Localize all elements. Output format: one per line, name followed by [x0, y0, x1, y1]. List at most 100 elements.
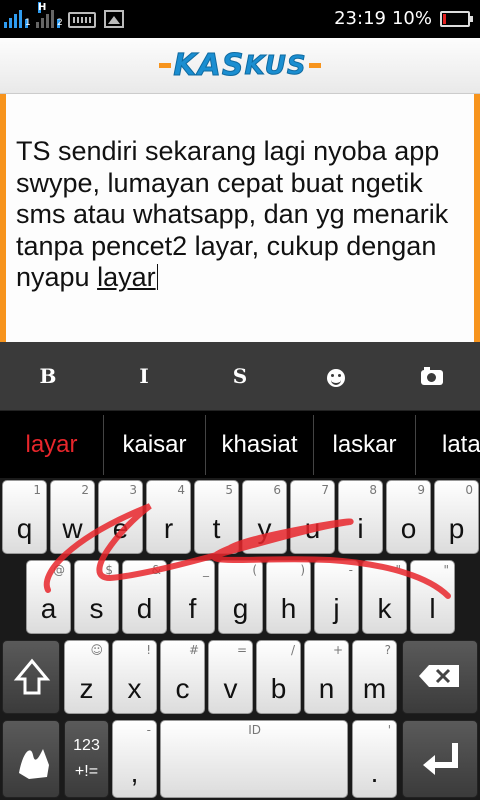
post-editor[interactable]: TS sendiri sekarang lagi nyoba app swype…	[0, 94, 480, 342]
key-label: s	[89, 593, 104, 624]
battery-icon	[440, 10, 473, 27]
key-label: w	[62, 513, 83, 544]
key-w[interactable]: 2w	[50, 480, 95, 554]
key-label: x	[127, 673, 142, 704]
italic-button[interactable]: I	[96, 364, 192, 388]
clock: 23:19	[334, 8, 386, 29]
key-g[interactable]: (g	[218, 560, 263, 634]
key-hint: 0	[465, 483, 473, 497]
emoji-button[interactable]	[288, 364, 384, 388]
key-hint: 2	[81, 483, 89, 497]
key-a[interactable]: @ a	[26, 560, 71, 634]
key-hint: 6	[273, 483, 281, 497]
key-l[interactable]: " l	[410, 560, 455, 634]
app-bar: KAS KUS	[0, 38, 480, 94]
key-x[interactable]: ! x	[112, 640, 157, 714]
camera-button[interactable]	[384, 364, 480, 388]
suggestion-1[interactable]: layar	[0, 414, 104, 475]
key-f[interactable]: _ f	[170, 560, 215, 634]
key-hint: ☺	[90, 643, 103, 657]
key-c[interactable]: # c	[160, 640, 205, 714]
shift-icon	[13, 658, 51, 695]
suggestion-5[interactable]: lata	[416, 415, 480, 475]
swype-key[interactable]	[2, 720, 60, 798]
keyboard-notification-icon	[68, 12, 96, 28]
key-e[interactable]: 3e	[98, 480, 143, 554]
key-label: ,	[130, 757, 139, 788]
key-label: e	[112, 513, 129, 544]
strikethrough-button[interactable]: S	[192, 364, 288, 388]
key-label: j	[333, 593, 340, 624]
key-y[interactable]: 6y	[242, 480, 287, 554]
image-notification-icon	[104, 10, 124, 28]
key-hint: =	[236, 643, 247, 657]
key-label: d	[136, 593, 153, 624]
key-label: t	[212, 513, 221, 544]
key-label: h	[280, 593, 297, 624]
suggestion-2[interactable]: kaisar	[104, 414, 206, 475]
sim1-label: 1	[25, 18, 31, 28]
composing-word: layar	[97, 262, 156, 292]
key-label: g	[232, 593, 249, 624]
key-label: f	[188, 593, 197, 624]
enter-key[interactable]	[402, 720, 478, 798]
key-label: v	[223, 673, 238, 704]
key-h[interactable]: ) h	[266, 560, 311, 634]
key-u[interactable]: 7u	[290, 480, 335, 554]
key-k[interactable]: " k	[362, 560, 407, 634]
bold-button[interactable]: B	[0, 364, 96, 388]
key-label: y	[257, 513, 272, 544]
numbers-symbols-key[interactable]: 123 +!=	[64, 720, 109, 798]
key-label: r	[163, 513, 174, 544]
key-i[interactable]: 8i	[338, 480, 383, 554]
key-j[interactable]: -j	[314, 560, 359, 634]
key-t[interactable]: 5t	[194, 480, 239, 554]
key-hint: "	[395, 563, 401, 577]
key-hint: !	[146, 643, 151, 657]
camera-icon	[421, 367, 443, 385]
key-q[interactable]: 1q	[2, 480, 47, 554]
key-hint: ID	[248, 723, 261, 737]
signal-sim1-icon: 1	[4, 6, 31, 28]
key-hint: #	[188, 643, 199, 657]
key-r[interactable]: 4r	[146, 480, 191, 554]
key-hint: 7	[321, 483, 329, 497]
battery-percent: 10%	[391, 8, 432, 29]
key-label: k	[377, 593, 392, 624]
numbers-symbols-label: 123 +!=	[73, 737, 100, 780]
suggestion-3[interactable]: khasiat	[206, 414, 314, 475]
key-b[interactable]: / b	[256, 640, 301, 714]
key-o[interactable]: 9o	[386, 480, 431, 554]
editor-text[interactable]: TS sendiri sekarang lagi nyoba app swype…	[16, 136, 466, 294]
key-v[interactable]: = v	[208, 640, 253, 714]
key-z[interactable]: ☺ z	[64, 640, 109, 714]
key-hint: (	[252, 563, 257, 577]
key-hint: '	[387, 723, 391, 737]
key-label: i	[357, 513, 364, 544]
key-hint: ?	[384, 643, 391, 657]
key-label: b	[270, 673, 287, 704]
period-key[interactable]: '.	[352, 720, 397, 798]
editor-body: TS sendiri sekarang lagi nyoba app swype…	[16, 136, 449, 292]
signal-sim2-icon: H 2	[36, 2, 63, 28]
key-d[interactable]: & d	[122, 560, 167, 634]
key-n[interactable]: + n	[304, 640, 349, 714]
key-label: p	[448, 513, 465, 544]
suggestion-4[interactable]: laskar	[314, 414, 416, 475]
key-p[interactable]: 0p	[434, 480, 479, 554]
key-hint: -	[146, 723, 151, 737]
comma-key[interactable]: -,	[112, 720, 157, 798]
shift-key[interactable]	[2, 640, 60, 714]
backspace-icon	[419, 665, 459, 687]
network-type: H	[38, 2, 47, 13]
key-hint: +	[332, 643, 343, 657]
key-m[interactable]: ? m	[352, 640, 397, 714]
key-hint: 5	[225, 483, 233, 497]
kaskus-logo: KAS KUS	[157, 48, 322, 84]
key-s[interactable]: $ s	[74, 560, 119, 634]
key-label: u	[304, 513, 321, 544]
format-toolbar: B I S	[0, 342, 480, 410]
backspace-key[interactable]	[402, 640, 478, 714]
space-key[interactable]: ID	[160, 720, 348, 798]
key-hint: 3	[129, 483, 137, 497]
